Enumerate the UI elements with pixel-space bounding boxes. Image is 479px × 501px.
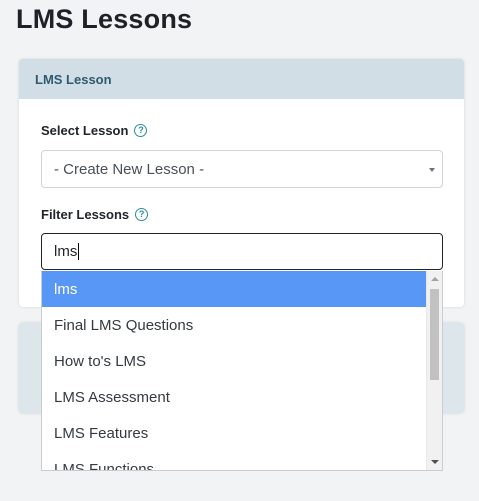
filter-lessons-label-text: Filter Lessons [41,207,130,222]
dropdown-item[interactable]: LMS Functions [42,451,426,471]
card-header: LMS Lesson [19,59,464,99]
dropdown-item[interactable]: How to's LMS [42,343,426,379]
dropdown-scrollbar[interactable] [426,271,442,470]
select-lesson-label: Select Lesson ? [41,123,148,138]
select-lesson-dropdown[interactable]: - Create New Lesson - [41,150,443,188]
filter-lessons-label: Filter Lessons ? [41,207,149,222]
filter-results-dropdown[interactable]: lms Final LMS Questions How to's LMS LMS… [41,271,443,471]
dropdown-list: lms Final LMS Questions How to's LMS LMS… [42,271,426,471]
dropdown-item[interactable]: LMS Features [42,415,426,451]
filter-lessons-input[interactable]: lms [41,233,443,270]
caret-down-icon [429,168,435,172]
question-circle-icon[interactable]: ? [134,124,148,137]
arrow-up-icon[interactable] [431,277,439,281]
dropdown-item[interactable]: Final LMS Questions [42,307,426,343]
select-lesson-label-text: Select Lesson [41,123,129,138]
filter-lessons-value: lms [54,243,78,260]
dropdown-item[interactable]: lms [42,271,426,307]
arrow-down-icon[interactable] [431,460,439,464]
lms-lesson-card: LMS Lesson Select Lesson ? - Create New … [19,59,464,307]
page-title: LMS Lessons [16,4,193,34]
question-circle-icon[interactable]: ? [135,208,149,221]
dropdown-item[interactable]: LMS Assessment [42,379,426,415]
text-cursor [78,243,80,260]
select-lesson-value: - Create New Lesson - [54,160,205,178]
scrollbar-thumb[interactable] [430,289,439,380]
